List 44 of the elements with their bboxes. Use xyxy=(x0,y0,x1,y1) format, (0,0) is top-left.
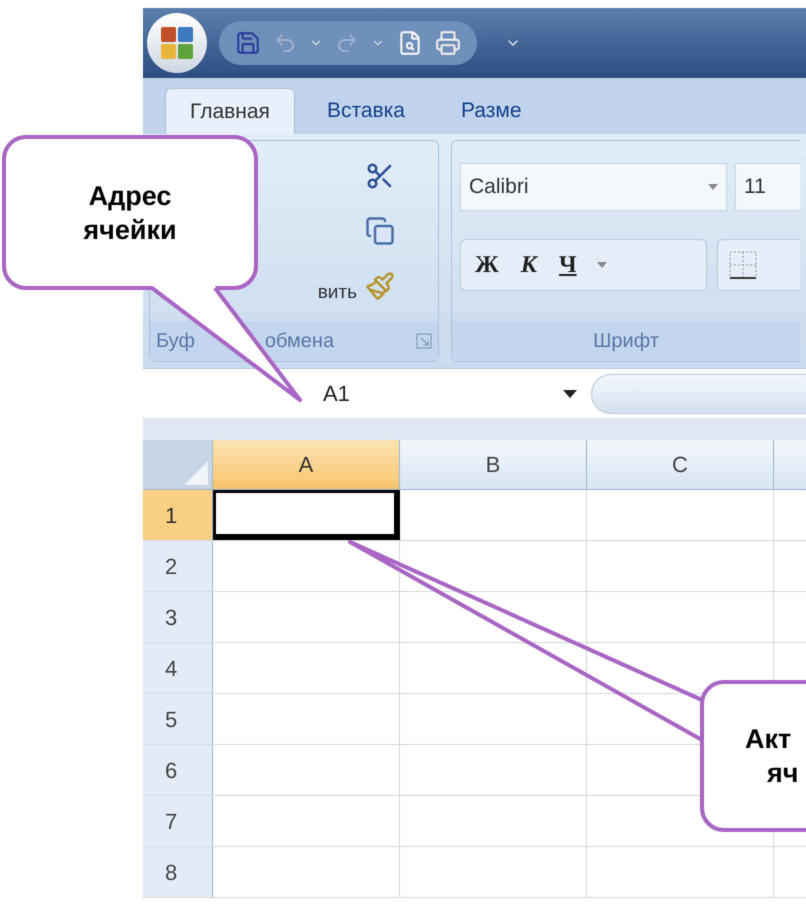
row-header[interactable]: 3 xyxy=(143,592,213,642)
paste-label[interactable]: вить xyxy=(318,278,357,307)
row-header[interactable]: 6 xyxy=(143,745,213,795)
undo-icon[interactable] xyxy=(273,31,297,55)
ribbon-tab[interactable]: Разме xyxy=(437,88,546,134)
group-label: Буф xyxy=(156,329,195,354)
column-header[interactable]: A xyxy=(213,440,400,489)
group-label: обмена xyxy=(264,329,334,354)
row-header[interactable]: 1 xyxy=(143,490,213,540)
name-box[interactable]: A1 xyxy=(143,369,591,418)
formula-bar-button[interactable] xyxy=(591,374,806,414)
callout-text: яч xyxy=(767,757,798,790)
group-label: Шрифт xyxy=(593,329,659,354)
save-icon[interactable] xyxy=(235,30,261,56)
ribbon-tab[interactable]: Главная xyxy=(165,88,295,134)
ribbon-tab[interactable]: Вставка xyxy=(302,88,429,134)
borders-button[interactable] xyxy=(717,239,800,291)
row-header[interactable]: 8 xyxy=(143,847,213,897)
row-header[interactable]: 7 xyxy=(143,796,213,846)
column-header[interactable]: C xyxy=(587,440,774,489)
office-logo-icon xyxy=(160,26,194,60)
dropdown-arrow-icon[interactable] xyxy=(596,262,607,268)
row-header[interactable]: 5 xyxy=(143,694,213,744)
row-header[interactable]: 4 xyxy=(143,643,213,693)
triangle-icon xyxy=(184,461,208,485)
dialog-launcher-icon[interactable] xyxy=(416,333,432,349)
callout-text: Адрес xyxy=(88,180,172,212)
format-painter-icon[interactable] xyxy=(365,270,395,301)
callout-text: ячейки xyxy=(83,214,177,246)
dropdown-arrow-icon xyxy=(563,390,577,398)
callout-text: Акт xyxy=(745,723,792,756)
borders-icon xyxy=(728,250,758,280)
font-name-field[interactable]: Calibri xyxy=(460,163,727,211)
active-cell[interactable] xyxy=(213,490,400,540)
font-style-button[interactable]: Ж xyxy=(473,247,501,283)
font-style-button[interactable]: К xyxy=(518,247,540,283)
column-header[interactable]: B xyxy=(400,440,587,489)
redo-icon[interactable] xyxy=(335,31,359,55)
dropdown-arrow-icon xyxy=(708,184,718,190)
row-header[interactable]: 2 xyxy=(143,541,213,591)
font-size-field[interactable]: 11 xyxy=(735,163,800,211)
copy-icon[interactable] xyxy=(365,216,395,246)
printer-icon[interactable] xyxy=(435,30,461,56)
font-style-button[interactable]: Ч xyxy=(557,247,579,283)
